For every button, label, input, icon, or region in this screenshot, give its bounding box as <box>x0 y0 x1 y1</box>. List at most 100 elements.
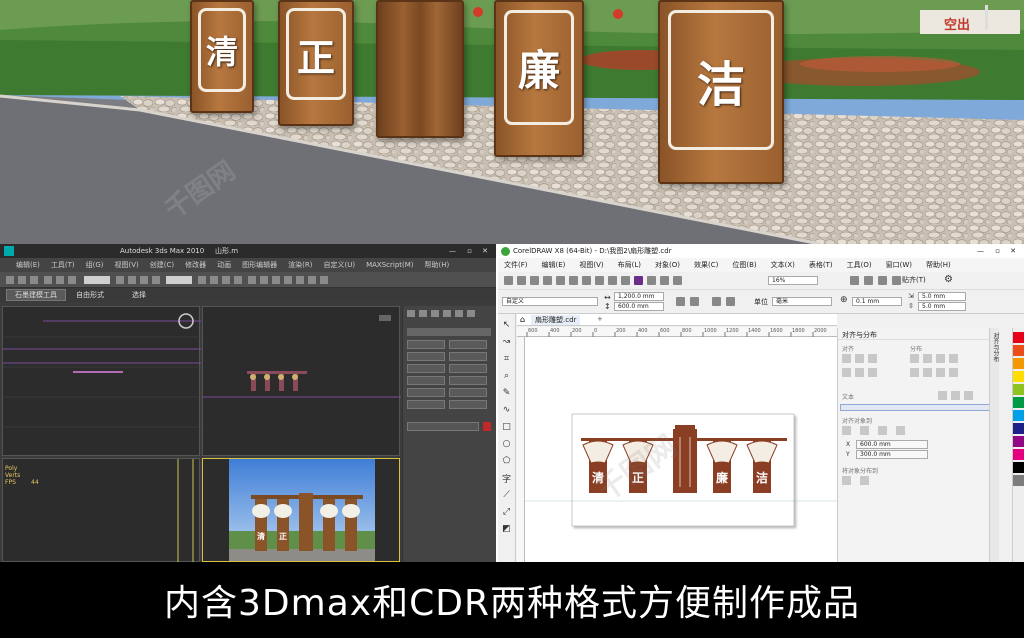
max-menu-maxscript[interactable]: MAXScript(M) <box>366 261 413 269</box>
docker-side-tab[interactable]: 对齐与分布 <box>991 332 1000 362</box>
paste-icon[interactable] <box>582 276 591 285</box>
command-button[interactable] <box>407 388 445 397</box>
object-color-swatch[interactable] <box>483 422 491 431</box>
minimize-icon[interactable]: — <box>449 247 456 255</box>
undo-icon[interactable] <box>595 276 604 285</box>
search-content-icon[interactable] <box>621 276 630 285</box>
palette-swatch[interactable] <box>1013 345 1024 356</box>
polygon-tool-icon[interactable]: ⬠ <box>501 455 513 467</box>
maximize-icon[interactable]: ▫ <box>467 247 472 255</box>
tab-selection[interactable]: 选择 <box>132 290 146 300</box>
publish-pdf-icon[interactable] <box>673 276 682 285</box>
minimize-icon[interactable]: — <box>977 247 984 255</box>
artistic-media-icon[interactable]: ∿ <box>501 404 513 416</box>
max-menu-view[interactable]: 视图(V) <box>115 260 139 270</box>
copy-icon[interactable] <box>569 276 578 285</box>
command-button[interactable] <box>407 364 445 373</box>
cdr-menu-window[interactable]: 窗口(W) <box>886 260 912 270</box>
show-guidelines-icon[interactable] <box>892 276 901 285</box>
nudge-distance-input[interactable]: 0.1 mm <box>852 297 902 306</box>
connector-tool-icon[interactable]: ⤢ <box>501 506 513 518</box>
max-menu-graph-editors[interactable]: 图形编辑器 <box>242 260 277 270</box>
palette-swatch[interactable] <box>1013 358 1024 369</box>
x-position-input[interactable]: 600.0 mm <box>856 440 928 449</box>
palette-swatch[interactable] <box>1013 423 1024 434</box>
text-tool-icon[interactable]: 字 <box>501 472 513 485</box>
rectangle-tool-icon[interactable]: □ <box>501 421 513 433</box>
text-align-buttons[interactable] <box>938 391 988 401</box>
full-screen-icon[interactable] <box>850 276 859 285</box>
name-field[interactable] <box>407 422 479 431</box>
add-tab-icon[interactable]: + <box>597 315 603 323</box>
palette-swatch[interactable] <box>1013 397 1024 408</box>
collapse-bar[interactable] <box>840 404 996 411</box>
zoom-level[interactable]: 16% <box>768 276 818 285</box>
page-size-preset[interactable]: 自定义 <box>502 297 598 306</box>
command-button[interactable] <box>449 388 487 397</box>
align-buttons[interactable] <box>842 354 992 394</box>
viewport-left[interactable]: Poly Verts FPS 44 <box>2 458 200 562</box>
cdr-app-icon[interactable] <box>501 246 510 256</box>
show-grid-icon[interactable] <box>878 276 887 285</box>
y-position-input[interactable]: 300.0 mm <box>856 450 928 459</box>
max-menu-create[interactable]: 创建(C) <box>150 260 174 270</box>
cdr-menu-text[interactable]: 文本(X) <box>771 260 795 270</box>
page-height-input[interactable]: 600.0 mm <box>614 302 664 311</box>
cdr-menu-view[interactable]: 视图(V) <box>579 260 603 270</box>
palette-swatch[interactable] <box>1013 384 1024 395</box>
corel-connect-icon[interactable] <box>634 276 643 285</box>
landscape-icon[interactable] <box>690 297 699 306</box>
cdr-menu-file[interactable]: 文件(F) <box>504 260 528 270</box>
command-button[interactable] <box>449 400 487 409</box>
command-panel-tabs[interactable] <box>403 306 496 322</box>
new-document-icon[interactable] <box>504 276 513 285</box>
max-menu-customize[interactable]: 自定义(U) <box>323 260 355 270</box>
max-toolbar-icons[interactable] <box>0 272 496 288</box>
page-width-input[interactable]: 1,200.0 mm <box>614 292 664 301</box>
redo-icon[interactable] <box>608 276 617 285</box>
max-menu-animation[interactable]: 动画 <box>217 260 231 270</box>
cdr-menu-effects[interactable]: 效果(C) <box>694 260 718 270</box>
max-menu-modifiers[interactable]: 修改器 <box>185 260 206 270</box>
shape-tool-icon[interactable]: ↝ <box>501 336 513 348</box>
cdr-menu-help[interactable]: 帮助(H) <box>926 260 951 270</box>
cdr-menu-tools[interactable]: 工具(O) <box>847 260 872 270</box>
parallel-dimension-icon[interactable]: ⟋ <box>501 489 513 501</box>
close-icon[interactable]: ✕ <box>482 247 488 255</box>
command-button[interactable] <box>407 352 445 361</box>
cdr-menu-layout[interactable]: 布局(L) <box>618 260 641 270</box>
crop-tool-icon[interactable]: ⌗ <box>501 353 513 365</box>
command-button[interactable] <box>407 400 445 409</box>
save-icon[interactable] <box>530 276 539 285</box>
export-icon[interactable] <box>660 276 669 285</box>
align-to-buttons[interactable] <box>842 426 922 438</box>
command-button[interactable] <box>449 364 487 373</box>
command-button[interactable] <box>407 340 445 349</box>
ellipse-tool-icon[interactable]: ○ <box>501 438 513 450</box>
command-button[interactable] <box>449 376 487 385</box>
units-select[interactable]: 毫米 <box>772 297 832 306</box>
palette-swatch[interactable] <box>1013 371 1024 382</box>
home-icon[interactable]: ⌂ <box>520 315 525 324</box>
max-menu-tools[interactable]: 工具(T) <box>51 260 75 270</box>
object-type-header[interactable] <box>407 328 491 336</box>
duplicate-x-input[interactable]: 5.0 mm <box>918 292 966 301</box>
options-gear-icon[interactable]: ⚙ <box>944 274 953 285</box>
document-tab[interactable]: 扇形雕塑.cdr <box>531 315 581 325</box>
show-rulers-icon[interactable] <box>864 276 873 285</box>
palette-swatch[interactable] <box>1013 332 1024 343</box>
drop-shadow-icon[interactable]: ◩ <box>501 523 513 535</box>
drawing-canvas[interactable]: 清 正 廉 洁 <box>525 337 837 562</box>
max-menu-group[interactable]: 组(G) <box>86 260 104 270</box>
palette-swatch[interactable] <box>1013 475 1024 486</box>
open-icon[interactable] <box>517 276 526 285</box>
command-button[interactable] <box>449 352 487 361</box>
cut-icon[interactable] <box>556 276 565 285</box>
maximize-icon[interactable]: ▫ <box>995 247 1000 255</box>
palette-swatch[interactable] <box>1013 462 1024 473</box>
all-pages-icon[interactable] <box>712 297 721 306</box>
import-icon[interactable] <box>647 276 656 285</box>
palette-swatch[interactable] <box>1013 410 1024 421</box>
distribute-to-buttons[interactable] <box>842 476 882 488</box>
palette-swatch[interactable] <box>1013 449 1024 460</box>
